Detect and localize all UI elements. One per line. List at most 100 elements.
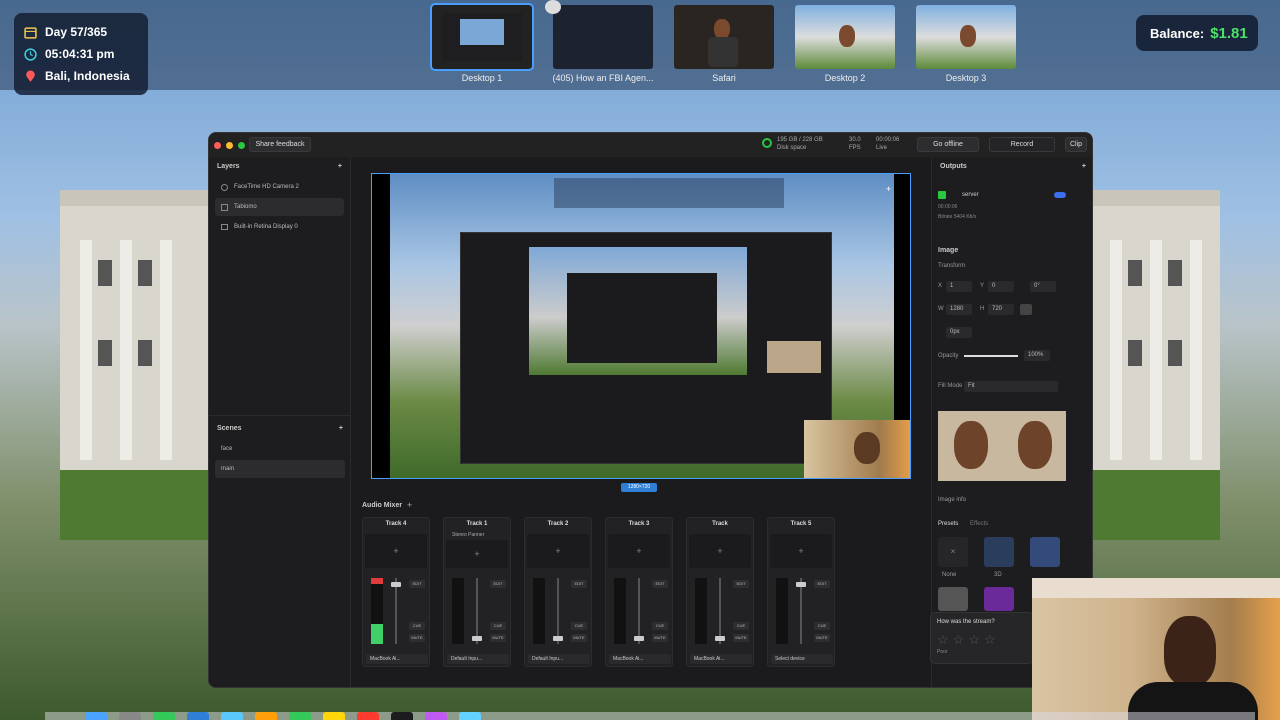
star-icon[interactable]: ☆ bbox=[968, 632, 980, 647]
minimize-button[interactable] bbox=[226, 141, 233, 149]
height-field[interactable]: 720 bbox=[988, 304, 1014, 315]
preset-thumb[interactable] bbox=[1030, 537, 1060, 567]
share-feedback-button[interactable]: Share feedback bbox=[249, 137, 311, 152]
device-select[interactable]: Default Inpu... bbox=[447, 654, 509, 664]
dock-app-icon[interactable] bbox=[425, 712, 447, 720]
scene-item[interactable]: face bbox=[215, 440, 345, 458]
layer-item[interactable]: Tabiomo bbox=[215, 198, 344, 216]
desktop-thumb-4[interactable] bbox=[916, 5, 1016, 69]
dock-app-icon[interactable] bbox=[357, 712, 379, 720]
dock-app-icon[interactable] bbox=[323, 712, 345, 720]
presets-tab[interactable]: Presets bbox=[938, 521, 958, 527]
track-name[interactable]: Track 2 bbox=[525, 518, 591, 530]
fader-knob[interactable] bbox=[553, 636, 563, 641]
fader-knob[interactable] bbox=[715, 636, 725, 641]
expand-icon[interactable] bbox=[545, 0, 561, 14]
scene-item[interactable]: main bbox=[215, 460, 345, 478]
add-track-icon[interactable]: + bbox=[407, 500, 412, 510]
desktop-thumb-3[interactable] bbox=[795, 5, 895, 69]
fill-mode-select[interactable]: Fit bbox=[964, 381, 1058, 392]
edit-button[interactable]: EDIT bbox=[409, 580, 425, 588]
lock-aspect-icon[interactable] bbox=[1020, 304, 1032, 315]
cue-button[interactable]: CUE bbox=[409, 622, 425, 630]
add-effect-icon[interactable]: + bbox=[770, 534, 832, 568]
opacity-field[interactable]: 100% bbox=[1024, 350, 1050, 361]
track-name[interactable]: Track bbox=[687, 518, 753, 530]
dock-app-icon[interactable] bbox=[85, 712, 107, 720]
cue-button[interactable]: CUE bbox=[733, 622, 749, 630]
device-select[interactable]: MacBook Ai... bbox=[366, 654, 428, 664]
mute-button[interactable]: MUTE bbox=[652, 634, 668, 642]
desktop-thumb-2[interactable] bbox=[553, 5, 653, 69]
track-name[interactable]: Track 1 bbox=[444, 518, 510, 530]
add-scene-icon[interactable]: + bbox=[339, 425, 343, 432]
device-select[interactable]: Default Inpu... bbox=[528, 654, 590, 664]
dock-app-icon[interactable] bbox=[255, 712, 277, 720]
dock-app-icon[interactable] bbox=[153, 712, 175, 720]
mute-button[interactable]: MUTE bbox=[490, 634, 506, 642]
rotation-field[interactable]: 0° bbox=[1030, 281, 1056, 292]
layer-item[interactable]: Built-in Retina Display 0 bbox=[215, 218, 344, 236]
dock-app-icon[interactable] bbox=[459, 712, 481, 720]
stereo-panner-label[interactable]: Stereo Panner bbox=[452, 532, 484, 538]
add-layer-icon[interactable]: + bbox=[338, 163, 342, 170]
dock-app-icon[interactable] bbox=[289, 712, 311, 720]
output-toggle[interactable] bbox=[1054, 192, 1066, 198]
cue-button[interactable]: CUE bbox=[652, 622, 668, 630]
edit-button[interactable]: EDIT bbox=[571, 580, 587, 588]
desktop-thumb-safari[interactable] bbox=[674, 5, 774, 69]
add-effect-icon[interactable]: + bbox=[608, 534, 670, 568]
device-select[interactable]: Select device bbox=[771, 654, 833, 664]
mute-button[interactable]: MUTE bbox=[814, 634, 830, 642]
star-icon[interactable]: ☆ bbox=[953, 632, 965, 647]
edit-button[interactable]: EDIT bbox=[733, 580, 749, 588]
star-icon[interactable]: ☆ bbox=[984, 632, 996, 647]
fader-knob[interactable] bbox=[796, 582, 806, 587]
fader-knob[interactable] bbox=[391, 582, 401, 587]
zoom-button[interactable] bbox=[238, 141, 245, 149]
device-select[interactable]: MacBook Ai... bbox=[609, 654, 671, 664]
dock-app-icon[interactable] bbox=[391, 712, 413, 720]
opacity-slider[interactable] bbox=[964, 355, 1018, 357]
fader-knob[interactable] bbox=[472, 636, 482, 641]
y-field[interactable]: 0 bbox=[988, 281, 1014, 292]
track-name[interactable]: Track 4 bbox=[363, 518, 429, 530]
volume-fader[interactable] bbox=[800, 578, 802, 644]
track-name[interactable]: Track 5 bbox=[768, 518, 834, 530]
add-effect-icon[interactable]: + bbox=[365, 534, 427, 568]
preset-thumb[interactable] bbox=[984, 587, 1014, 611]
width-field[interactable]: 1280 bbox=[946, 304, 972, 315]
volume-fader[interactable] bbox=[638, 578, 640, 644]
volume-fader[interactable] bbox=[557, 578, 559, 644]
go-offline-button[interactable]: Go offline bbox=[917, 137, 979, 152]
volume-fader[interactable] bbox=[395, 578, 397, 644]
preset-3d[interactable] bbox=[984, 537, 1014, 567]
dock-app-icon[interactable] bbox=[119, 712, 141, 720]
corner-radius-field[interactable]: 0px bbox=[946, 327, 972, 338]
dock-app-icon[interactable] bbox=[221, 712, 243, 720]
volume-fader[interactable] bbox=[719, 578, 721, 644]
image-info-toggle[interactable]: Image info bbox=[938, 497, 966, 503]
mute-button[interactable]: MUTE bbox=[409, 634, 425, 642]
layer-item[interactable]: FaceTime HD Camera 2 bbox=[215, 178, 344, 196]
cue-button[interactable]: CUE bbox=[814, 622, 830, 630]
mute-button[interactable]: MUTE bbox=[733, 634, 749, 642]
add-effect-icon[interactable]: + bbox=[446, 540, 508, 568]
star-icon[interactable]: ☆ bbox=[937, 632, 949, 647]
volume-fader[interactable] bbox=[476, 578, 478, 644]
edit-button[interactable]: EDIT bbox=[490, 580, 506, 588]
preset-thumb[interactable] bbox=[938, 587, 968, 611]
cue-button[interactable]: CUE bbox=[571, 622, 587, 630]
clip-button[interactable]: Clip bbox=[1065, 137, 1087, 152]
x-field[interactable]: 1 bbox=[946, 281, 972, 292]
add-output-icon[interactable]: + bbox=[1082, 163, 1086, 170]
device-select[interactable]: MacBook Ai... bbox=[690, 654, 752, 664]
edit-button[interactable]: EDIT bbox=[652, 580, 668, 588]
effects-tab[interactable]: Effects bbox=[970, 521, 988, 527]
track-name[interactable]: Track 3 bbox=[606, 518, 672, 530]
preview-canvas[interactable]: + bbox=[371, 173, 911, 479]
fader-knob[interactable] bbox=[634, 636, 644, 641]
cue-button[interactable]: CUE bbox=[490, 622, 506, 630]
edit-button[interactable]: EDIT bbox=[814, 580, 830, 588]
dock-app-icon[interactable] bbox=[187, 712, 209, 720]
